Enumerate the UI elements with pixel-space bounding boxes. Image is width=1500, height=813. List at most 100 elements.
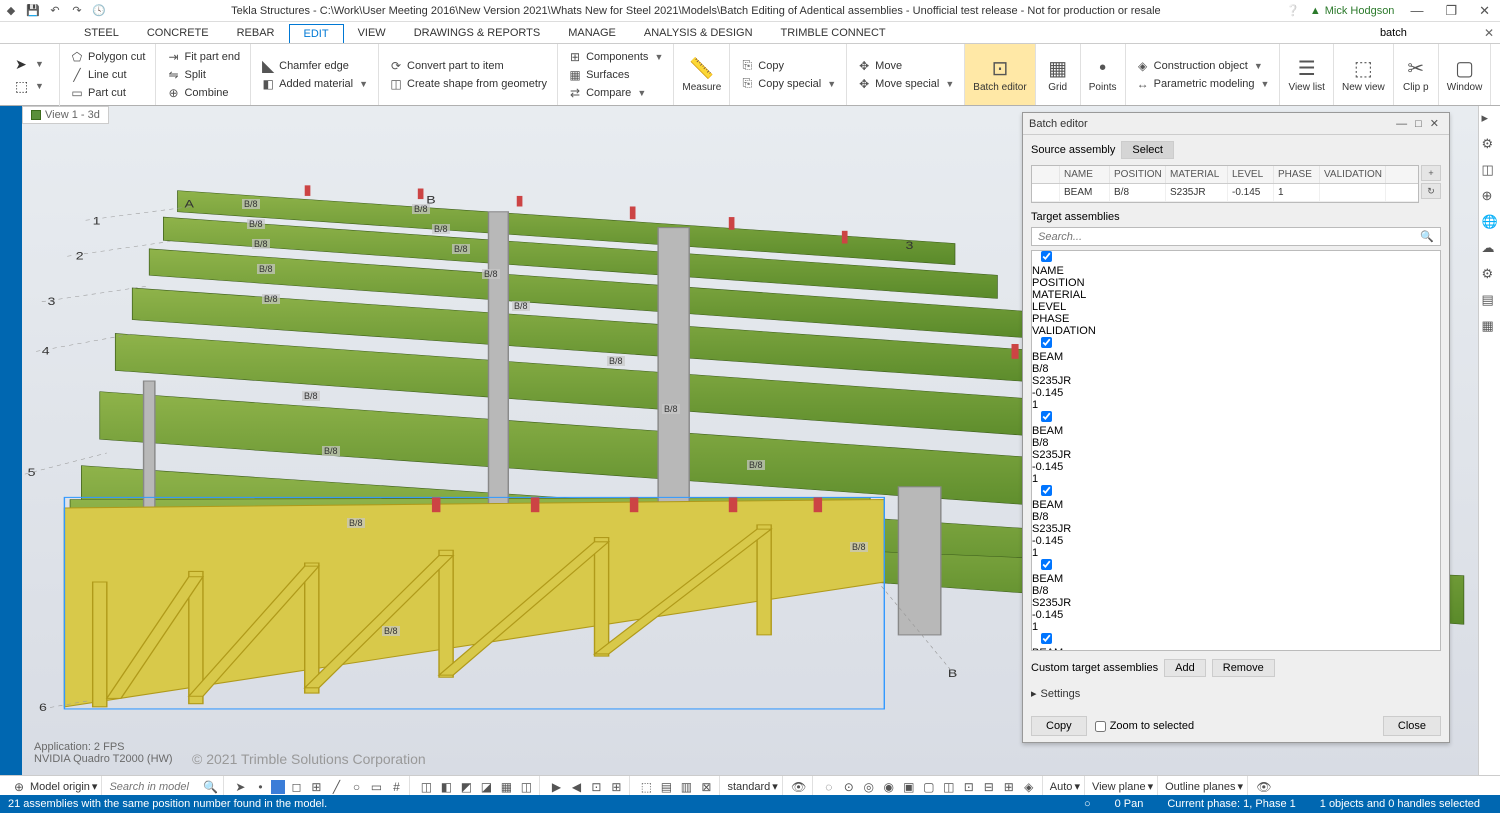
snap-solid-icon[interactable] — [271, 780, 285, 794]
fit-part-button[interactable]: ⇥Fit part end — [164, 49, 242, 65]
eye2-icon[interactable]: 👁 — [1255, 778, 1273, 796]
rs-icon-4[interactable]: 🌐 — [1482, 214, 1498, 230]
ribbon-search-input[interactable] — [1380, 27, 1480, 39]
copy-special-button[interactable]: ⎘Copy special▼ — [738, 76, 838, 92]
batch-editor-button[interactable]: ⊡Batch editor — [965, 44, 1035, 105]
tab-steel[interactable]: STEEL — [70, 24, 133, 42]
table-row[interactable]: BEAM B/8 S235JR -0.145 1 — [1032, 411, 1440, 485]
tab-manage[interactable]: MANAGE — [554, 24, 630, 42]
select-button[interactable]: Select — [1121, 141, 1174, 159]
expand-right-icon[interactable]: ▸ — [1482, 110, 1498, 126]
origin-dropdown[interactable]: Model origin ▾ — [30, 780, 97, 793]
undo-icon[interactable]: ↶ — [48, 4, 62, 18]
tb-b-icon[interactable]: ◧ — [437, 778, 455, 796]
tb-q-icon[interactable]: ◎ — [860, 778, 878, 796]
part-cut-button[interactable]: ▭Part cut — [68, 85, 147, 101]
snap-hash-icon[interactable]: # — [387, 778, 405, 796]
snap-dot-icon[interactable]: • — [251, 778, 269, 796]
table-row[interactable]: BEAM B/8 S235JR -0.145 1 — [1032, 633, 1440, 650]
rs-icon-1[interactable]: ⚙ — [1482, 136, 1498, 152]
user-label[interactable]: ▲Mick Hodgson — [1310, 5, 1395, 17]
combine-button[interactable]: ⊕Combine — [164, 85, 242, 101]
rs-icon-7[interactable]: ▤ — [1482, 292, 1498, 308]
panel-titlebar[interactable]: Batch editor — □ ✕ — [1023, 113, 1449, 135]
chamfer-button[interactable]: ◣Chamfer edge — [259, 58, 370, 74]
snap-line-icon[interactable]: ╱ — [327, 778, 345, 796]
pointer-icon[interactable]: ➤ — [15, 56, 31, 72]
eye-icon[interactable]: 👁 — [790, 778, 808, 796]
rs-icon-2[interactable]: ◫ — [1482, 162, 1498, 178]
tb-p-icon[interactable]: ⊙ — [840, 778, 858, 796]
parametric-button[interactable]: ↔Parametric modeling▼ — [1134, 76, 1272, 92]
col-phase[interactable]: PHASE — [1274, 166, 1320, 183]
tb-u-icon[interactable]: ◫ — [940, 778, 958, 796]
polygon-cut-button[interactable]: ⬠Polygon cut — [68, 49, 147, 65]
create-shape-button[interactable]: ◫Create shape from geometry — [387, 76, 549, 92]
tb-v-icon[interactable]: ⊡ — [960, 778, 978, 796]
tb-l-icon[interactable]: ▤ — [657, 778, 675, 796]
tb-d-icon[interactable]: ◪ — [477, 778, 495, 796]
tab-view[interactable]: VIEW — [344, 24, 400, 42]
model-search-input[interactable] — [109, 781, 199, 793]
copy-batch-button[interactable]: Copy — [1031, 716, 1087, 736]
standard-dropdown[interactable]: standard ▾ — [727, 780, 777, 793]
col-validation[interactable]: VALIDATION — [1320, 166, 1386, 183]
table-row[interactable]: BEAM B/8 S235JR -0.145 1 — [1032, 337, 1440, 411]
viewplane-dropdown[interactable]: View plane ▾ — [1092, 780, 1153, 793]
snap-rect-icon[interactable]: ▭ — [367, 778, 385, 796]
window-button[interactable]: ▢Window — [1439, 44, 1492, 105]
rs-icon-5[interactable]: ☁ — [1482, 240, 1498, 256]
settings-toggle[interactable]: ▸Settings — [1031, 683, 1441, 704]
tb-e-icon[interactable]: ▦ — [497, 778, 515, 796]
outline-dropdown[interactable]: Outline planes ▾ — [1165, 780, 1243, 793]
tab-trimble[interactable]: TRIMBLE CONNECT — [767, 24, 900, 42]
tb-h-icon[interactable]: ◀ — [567, 778, 585, 796]
compare-button[interactable]: ⇄Compare▼ — [566, 85, 665, 101]
col-material[interactable]: MATERIAL — [1166, 166, 1228, 183]
row-checkbox[interactable] — [1041, 559, 1052, 570]
tb-n-icon[interactable]: ⊠ — [697, 778, 715, 796]
snap-grid-icon[interactable]: ⊞ — [307, 778, 325, 796]
rs-icon-3[interactable]: ⊕ — [1482, 188, 1498, 204]
clear-search-icon[interactable]: ✕ — [1484, 26, 1494, 40]
tb-k-icon[interactable]: ⬚ — [637, 778, 655, 796]
target-search[interactable]: 🔍 — [1031, 227, 1441, 246]
model-search-icon[interactable]: 🔍 — [201, 778, 219, 796]
tb-o-icon[interactable]: ◌ — [820, 778, 838, 796]
tb-s-icon[interactable]: ▣ — [900, 778, 918, 796]
close-panel-button[interactable]: Close — [1383, 716, 1441, 736]
tb-y-icon[interactable]: ◈ — [1020, 778, 1038, 796]
measure-button[interactable]: 📏Measure — [674, 44, 730, 105]
row-checkbox[interactable] — [1041, 485, 1052, 496]
new-view-button[interactable]: ⬚New view — [1334, 44, 1394, 105]
redo-icon[interactable]: ↷ — [70, 4, 84, 18]
grid-button[interactable]: ▦Grid — [1036, 44, 1081, 105]
left-dock[interactable] — [0, 106, 22, 783]
row-checkbox[interactable] — [1041, 633, 1052, 644]
tb-x-icon[interactable]: ⊞ — [1000, 778, 1018, 796]
tab-concrete[interactable]: CONCRETE — [133, 24, 223, 42]
copy-button[interactable]: ⎘Copy — [738, 58, 838, 74]
history-icon[interactable]: 🕓 — [92, 4, 106, 18]
rs-icon-6[interactable]: ⚙ — [1482, 266, 1498, 282]
add-source-icon[interactable]: + — [1421, 165, 1441, 181]
tab-drawings[interactable]: DRAWINGS & REPORTS — [400, 24, 555, 42]
snap-square-icon[interactable]: ◻ — [287, 778, 305, 796]
col-name[interactable]: NAME — [1060, 166, 1110, 183]
move-special-button[interactable]: ✥Move special▼ — [855, 76, 956, 92]
added-material-button[interactable]: ◧Added material▼ — [259, 76, 370, 92]
rs-icon-8[interactable]: ▦ — [1482, 318, 1498, 334]
tab-analysis[interactable]: ANALYSIS & DESIGN — [630, 24, 767, 42]
points-button[interactable]: •Points — [1081, 44, 1126, 105]
col-level[interactable]: LEVEL — [1228, 166, 1274, 183]
source-row[interactable]: BEAM B/8 S235JR -0.145 1 — [1032, 184, 1418, 202]
refresh-source-icon[interactable]: ↻ — [1421, 183, 1441, 199]
table-row[interactable]: BEAM B/8 S235JR -0.145 1 — [1032, 559, 1440, 633]
tb-i-icon[interactable]: ⊡ — [587, 778, 605, 796]
surfaces-button[interactable]: ▦Surfaces — [566, 67, 665, 83]
auto-dropdown[interactable]: Auto ▾ — [1050, 780, 1080, 793]
check-all[interactable] — [1041, 251, 1052, 262]
zoom-checkbox[interactable]: Zoom to selected — [1095, 720, 1194, 732]
panel-close-icon[interactable]: ✕ — [1426, 117, 1443, 130]
tb-g-icon[interactable]: ▶ — [547, 778, 565, 796]
